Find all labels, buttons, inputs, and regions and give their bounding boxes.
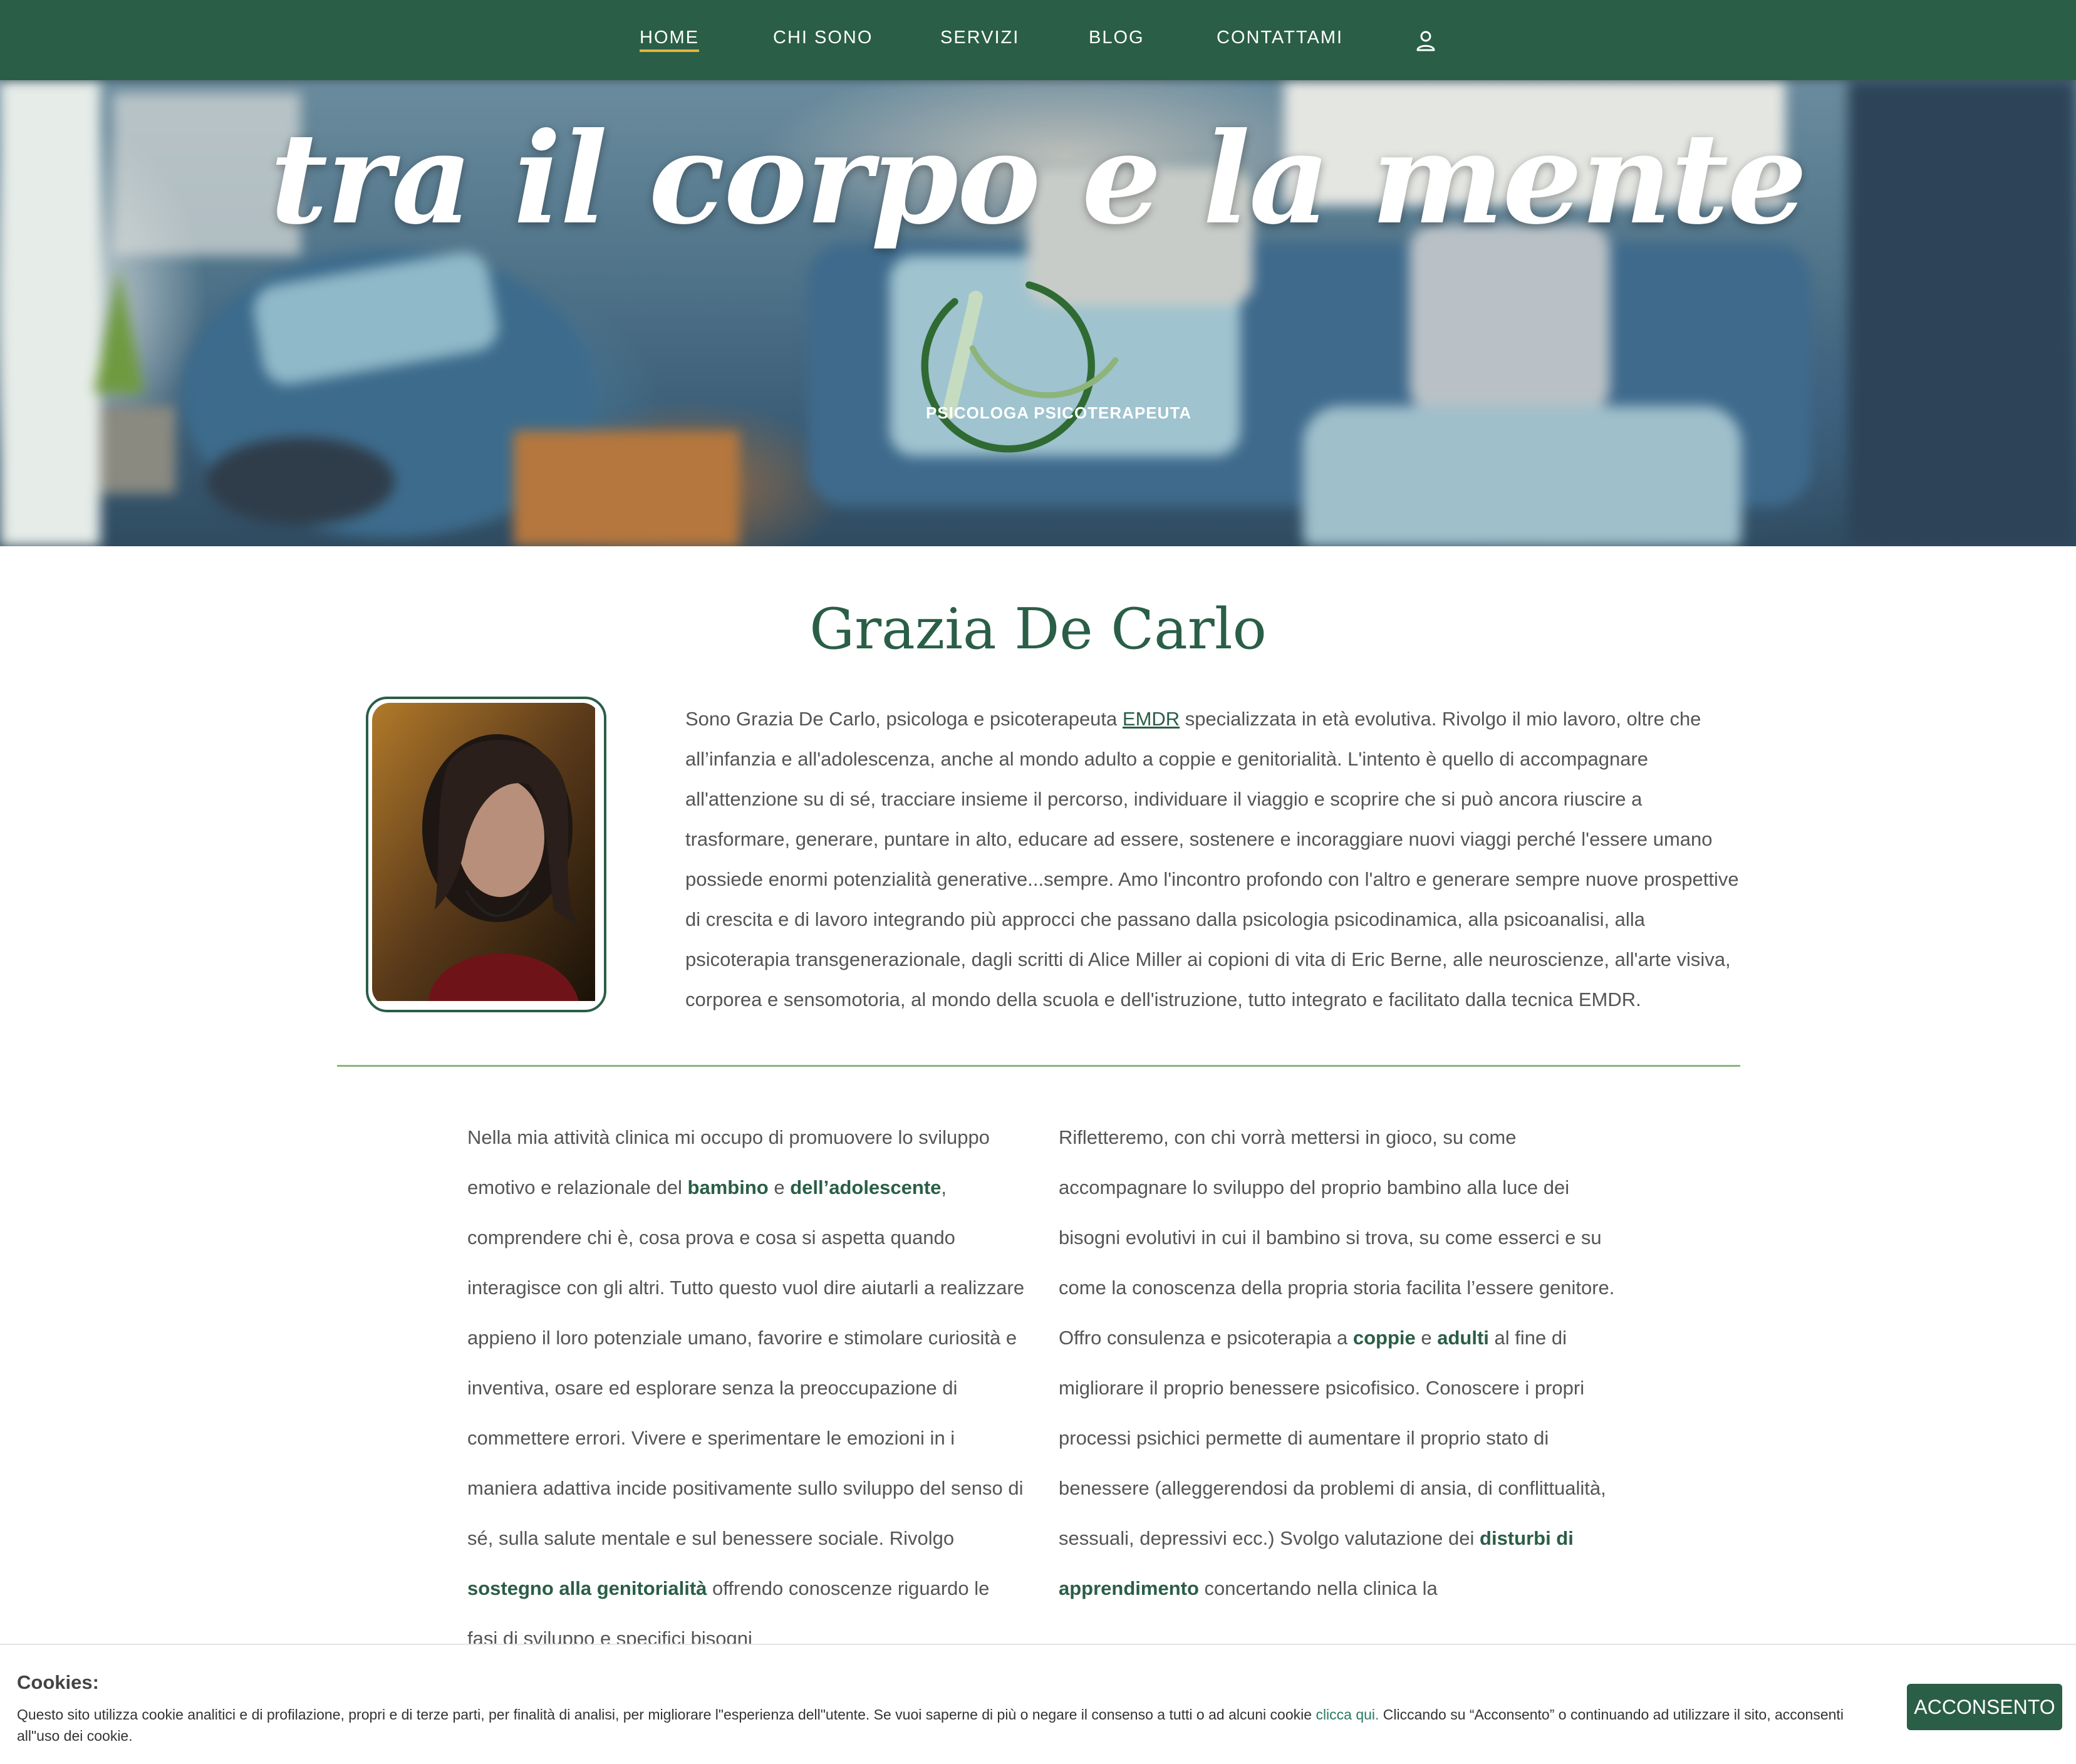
- right-column-text: Rifletteremo, con chi vorrà mettersi in …: [1059, 1113, 1616, 1614]
- portrait-image: [372, 703, 595, 1001]
- section-divider: [337, 1065, 1740, 1067]
- intro-paragraph: Sono Grazia De Carlo, psicologa e psicot…: [685, 708, 1739, 1010]
- highlight-coppie: coppie: [1352, 1327, 1416, 1349]
- nav-home[interactable]: HOME: [640, 28, 699, 48]
- top-navigation: HOME CHI SONO SERVIZI BLOG CONTATTAMI: [0, 0, 2076, 80]
- highlight-bambino: bambino: [687, 1176, 769, 1198]
- nav-servizi[interactable]: SERVIZI: [940, 28, 1019, 48]
- profile-photo: [366, 697, 606, 1012]
- nav-blog[interactable]: BLOG: [1089, 28, 1144, 48]
- cookie-title: Cookies:: [17, 1671, 99, 1693]
- cookie-banner: Cookies: Questo sito utilizza cookie ana…: [0, 1644, 2076, 1764]
- right-column-para1: Rifletteremo, con chi vorrà mettersi in …: [1059, 1126, 1615, 1299]
- cookie-policy-link[interactable]: clicca qui.: [1316, 1706, 1379, 1723]
- emdr-link[interactable]: EMDR: [1123, 708, 1180, 730]
- cookie-text: Questo sito utilizza cookie analitici e …: [17, 1706, 1844, 1744]
- logo-mark: [921, 281, 1119, 453]
- highlight-genitorialita: sostegno alla genitorialità: [467, 1577, 707, 1599]
- highlight-adolescente: dell’adolescente: [790, 1176, 942, 1198]
- user-icon[interactable]: [1414, 29, 1437, 54]
- right-column-para2: Offro consulenza e psicoterapia a coppie…: [1059, 1327, 1606, 1599]
- nav-contattami[interactable]: CONTATTAMI: [1217, 28, 1343, 48]
- highlight-adulti: adulti: [1437, 1327, 1489, 1349]
- accept-cookies-button[interactable]: ACCONSENTO: [1907, 1684, 2062, 1730]
- nav-chi-sono[interactable]: CHI SONO: [773, 28, 873, 48]
- logo-subtitle: PSICOLOGA PSICOTERAPEUTA: [926, 403, 1192, 422]
- page-title: Grazia De Carlo: [809, 596, 1267, 662]
- left-column-text: Nella mia attività clinica mi occupo di …: [467, 1126, 1025, 1649]
